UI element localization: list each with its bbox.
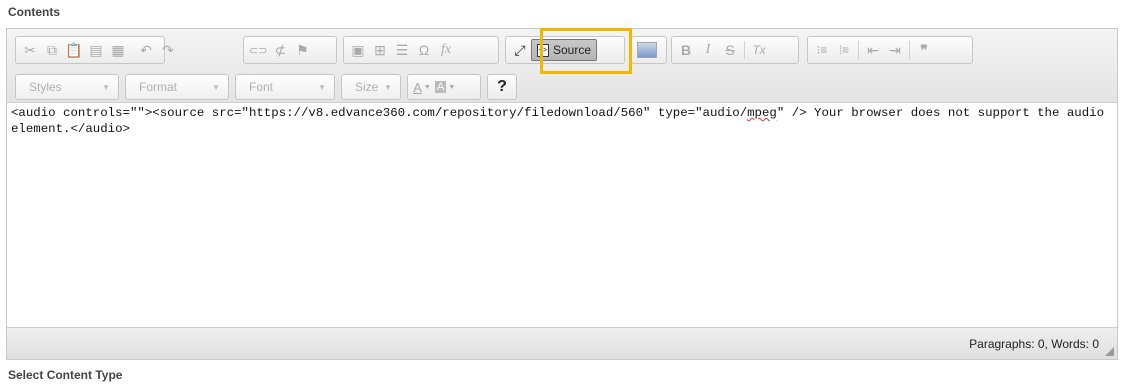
font-dropdown[interactable]: Font ▼ [235, 74, 335, 100]
colors-group: A ▼ A ▼ [407, 74, 481, 100]
table-icon[interactable]: ⊞ [369, 39, 391, 61]
image-icon[interactable]: ▣ [347, 39, 369, 61]
cut-icon[interactable]: ✂ [19, 39, 41, 61]
paste-icon[interactable]: 📋 [63, 39, 85, 61]
format-dropdown[interactable]: Format ▼ [125, 74, 229, 100]
paragraph-group: ⁝≡ ⁞≡ ⇤ ⇥ ❞ [807, 36, 973, 64]
background-group [631, 36, 667, 64]
paste-text-icon[interactable]: ▤ [85, 39, 107, 61]
source-code-textarea[interactable]: <audio controls=""><source src="https://… [7, 103, 1117, 327]
bold-icon[interactable]: B [675, 39, 697, 61]
size-dropdown[interactable]: Size ▼ [341, 74, 401, 100]
insert-group: ▣ ⊞ ☰ Ω fx [343, 36, 499, 64]
word-count: Paragraphs: 0, Words: 0 [969, 337, 1099, 351]
special-char-icon[interactable]: Ω [413, 39, 435, 61]
font-dropdown-label: Font [249, 80, 274, 94]
rich-text-editor: ✂ ⧉ 📋 ▤ ▦ ↶ ↷ ⊂⊃ ⊄ ⚑ ▣ ⊞ ☰ Ω fx ⤢ <> Sou… [6, 28, 1118, 360]
toolbar-separator [909, 41, 910, 59]
format-dropdown-label: Format [139, 80, 178, 94]
strike-icon[interactable]: S [719, 39, 741, 61]
chevron-down-icon: ▼ [318, 82, 326, 92]
paste-word-icon[interactable]: ▦ [107, 39, 129, 61]
text-color-button[interactable]: A ▼ [411, 76, 433, 98]
link-icon[interactable]: ⊂⊃ [247, 39, 269, 61]
maximize-icon[interactable]: ⤢ [509, 39, 531, 61]
toolbar-separator [744, 41, 745, 59]
text-color-icon: A [413, 79, 422, 95]
help-group: ? [487, 74, 517, 100]
source-button[interactable]: <> Source [531, 39, 598, 61]
unlink-icon[interactable]: ⊄ [269, 39, 291, 61]
clipboard-group: ✂ ⧉ 📋 ▤ ▦ ↶ ↷ [15, 36, 174, 64]
styles-dropdown[interactable]: Styles ▼ [15, 74, 119, 100]
background-image-icon[interactable] [635, 39, 659, 61]
undo-icon[interactable]: ↶ [135, 39, 157, 61]
basic-styles-group: B I S Tx [671, 36, 799, 64]
tools-group: ⤢ <> Source [505, 36, 625, 64]
editor-toolbar: ✂ ⧉ 📋 ▤ ▦ ↶ ↷ ⊂⊃ ⊄ ⚑ ▣ ⊞ ☰ Ω fx ⤢ <> Sou… [7, 28, 1117, 103]
help-icon[interactable]: ? [491, 76, 513, 98]
misspelled-word: mpeg [747, 106, 777, 120]
remove-format-icon[interactable]: Tx [748, 39, 770, 61]
anchor-icon[interactable]: ⚑ [291, 39, 313, 61]
formula-icon[interactable]: fx [435, 39, 457, 61]
chevron-down-icon: ▼ [423, 83, 431, 91]
italic-icon[interactable]: I [697, 39, 719, 61]
source-icon: <> [537, 43, 549, 57]
chevron-down-icon: ▼ [102, 82, 110, 92]
bulleted-list-icon[interactable]: ⁞≡ [833, 39, 855, 61]
toolbar-separator [858, 41, 859, 59]
background-color-button[interactable]: A ▼ [433, 76, 457, 98]
copy-icon[interactable]: ⧉ [41, 39, 63, 61]
redo-icon[interactable]: ↷ [157, 39, 179, 61]
contents-label: Contents [8, 5, 60, 19]
select-content-type-label: Select Content Type [8, 368, 123, 382]
indent-icon[interactable]: ⇥ [884, 39, 906, 61]
source-text-before: <audio controls=""><source src="https://… [11, 106, 748, 120]
blockquote-icon[interactable]: ❞ [913, 39, 935, 61]
chevron-down-icon: ▼ [384, 82, 392, 92]
resize-handle-icon[interactable] [1105, 347, 1114, 356]
numbered-list-icon[interactable]: ⁝≡ [811, 39, 833, 61]
background-color-icon: A [435, 81, 447, 93]
source-button-label: Source [553, 43, 592, 57]
chevron-down-icon: ▼ [448, 83, 456, 91]
chevron-down-icon: ▼ [212, 82, 220, 92]
links-group: ⊂⊃ ⊄ ⚑ [243, 36, 337, 64]
outdent-icon[interactable]: ⇤ [862, 39, 884, 61]
editor-statusbar: Paragraphs: 0, Words: 0 [7, 327, 1117, 359]
size-dropdown-label: Size [355, 80, 379, 94]
horizontal-line-icon[interactable]: ☰ [391, 39, 413, 61]
styles-dropdown-label: Styles [29, 80, 62, 94]
